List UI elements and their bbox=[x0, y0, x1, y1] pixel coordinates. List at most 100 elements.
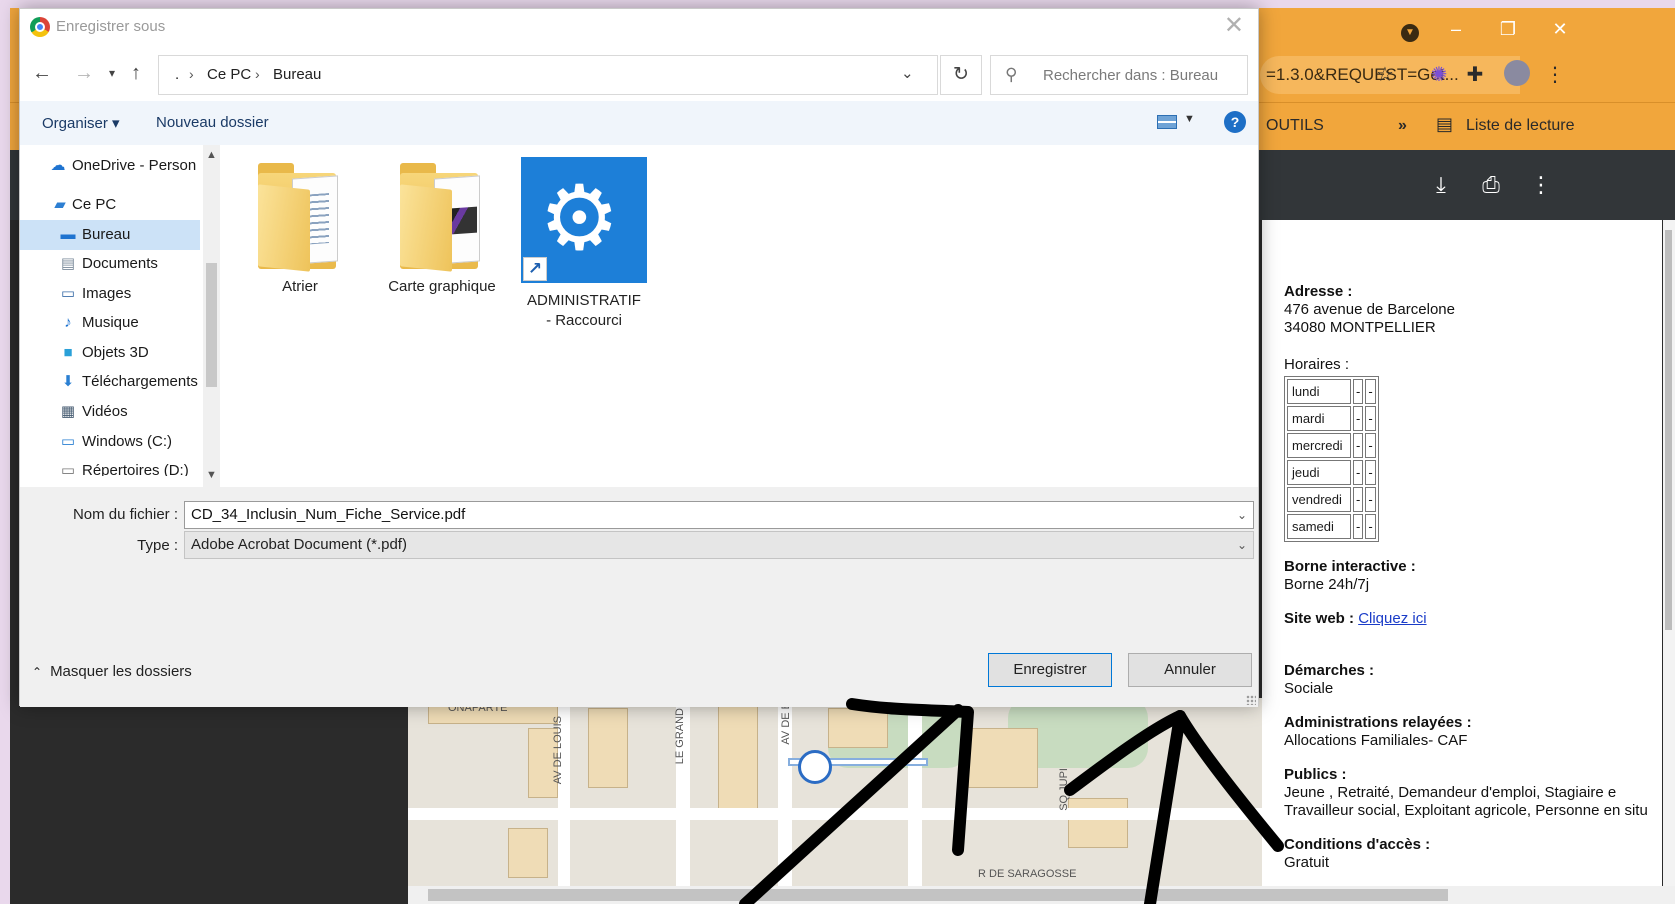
pdf-horizontal-scrollbar[interactable] bbox=[408, 886, 1675, 904]
hours-row: mercredi - - bbox=[1287, 433, 1376, 458]
file-name: ADMINISTRATIF - Raccourci bbox=[514, 291, 654, 331]
restore-icon[interactable]: ❐ bbox=[1494, 16, 1522, 42]
sidebar-item-bureau[interactable]: ▬ Bureau bbox=[20, 220, 200, 250]
site-link[interactable]: Cliquez ici bbox=[1358, 610, 1426, 627]
pdf-vertical-scroll-thumb[interactable] bbox=[1665, 230, 1672, 630]
navigation-scroll-thumb[interactable] bbox=[206, 263, 217, 387]
hours-day: samedi bbox=[1287, 514, 1351, 539]
help-icon[interactable]: ? bbox=[1224, 111, 1246, 133]
view-options-icon[interactable] bbox=[1157, 115, 1177, 129]
hours-row: mardi - - bbox=[1287, 406, 1376, 431]
navigation-scrollbar[interactable]: ▲ ▼ bbox=[203, 145, 220, 487]
hours-close: - bbox=[1365, 514, 1376, 539]
address-history-chevron-icon[interactable]: ⌄ bbox=[901, 64, 914, 82]
sidebar-item-musique[interactable]: ♪ Musique bbox=[20, 308, 200, 338]
reading-list-icon[interactable]: ▤ bbox=[1436, 114, 1453, 135]
sidebar-item-onedrive[interactable]: ☁ OneDrive - Person bbox=[20, 151, 200, 181]
pdf-horizontal-scroll-thumb[interactable] bbox=[428, 889, 1448, 901]
cancel-button[interactable]: Annuler bbox=[1128, 653, 1252, 687]
file-name: Carte graphique bbox=[388, 278, 496, 295]
sidebar-item-documents[interactable]: ▤ Documents bbox=[20, 249, 200, 279]
pdf-vertical-scrollbar[interactable] bbox=[1663, 220, 1675, 904]
file-type-select[interactable]: Adobe Acrobat Document (*.pdf) ⌄ bbox=[184, 531, 1254, 559]
breadcrumb-bureau[interactable]: Bureau bbox=[273, 66, 321, 83]
sidebar-item-windows-c[interactable]: ▭ Windows (C:) bbox=[20, 427, 200, 457]
menu-icon[interactable]: ⋮ bbox=[1540, 60, 1570, 90]
file-item-atrier[interactable]: Atrier bbox=[230, 153, 370, 297]
reading-list-label[interactable]: Liste de lecture bbox=[1466, 117, 1575, 135]
search-placeholder: Rechercher dans : Bureau bbox=[1043, 67, 1219, 84]
save-button[interactable]: Enregistrer bbox=[988, 653, 1112, 687]
hours-day: lundi bbox=[1287, 379, 1351, 404]
site-label: Site web : bbox=[1284, 610, 1355, 627]
pdf-address-block: Adresse : 476 avenue de Barcelone 34080 … bbox=[1284, 283, 1455, 337]
back-arrow-icon[interactable]: ← bbox=[28, 59, 56, 87]
forward-arrow-icon[interactable]: → bbox=[70, 59, 98, 87]
sidebar-item-videos[interactable]: ▦ Vidéos bbox=[20, 397, 200, 427]
window-close-icon[interactable]: ✕ bbox=[1546, 16, 1574, 42]
hours-row: vendredi - - bbox=[1287, 487, 1376, 512]
file-list: Atrier Carte graphique ⚙ ↗ ADMINISTRATIF… bbox=[220, 145, 1258, 487]
drive-icon: ▭ bbox=[60, 462, 76, 476]
breadcrumb[interactable]: . › Ce PC › Bureau ⌄ bbox=[158, 55, 938, 95]
breadcrumb-separator-icon[interactable]: › bbox=[189, 66, 194, 82]
star-icon[interactable]: ☆ bbox=[1370, 60, 1400, 90]
profile-dropdown-icon[interactable]: ▼ bbox=[1396, 16, 1424, 42]
drive-icon: ▭ bbox=[60, 433, 76, 450]
sidebar-item-objets-3d[interactable]: ■ Objets 3D bbox=[20, 338, 200, 368]
desktop-icon: ▬ bbox=[60, 226, 76, 243]
avatar[interactable] bbox=[1502, 60, 1532, 90]
breadcrumb-ce-pc[interactable]: Ce PC bbox=[207, 66, 251, 83]
scroll-down-icon[interactable]: ▼ bbox=[206, 469, 217, 481]
hours-close: - bbox=[1365, 433, 1376, 458]
admin-label: Administrations relayées : bbox=[1284, 714, 1472, 731]
more-options-icon[interactable]: ⋮ bbox=[1526, 170, 1556, 200]
print-icon[interactable]: ⎙ bbox=[1476, 170, 1506, 200]
search-icon: ⚲ bbox=[1005, 65, 1018, 84]
bookmarks-overflow-icon[interactable]: » bbox=[1398, 117, 1407, 135]
hours-close: - bbox=[1365, 487, 1376, 512]
horaires-label: Horaires : bbox=[1284, 356, 1350, 373]
download-icon[interactable]: ⤓ bbox=[1426, 170, 1456, 200]
breadcrumb-root[interactable]: . bbox=[175, 66, 179, 83]
organize-button[interactable]: Organiser ▾ bbox=[42, 114, 120, 132]
extension-sun-icon[interactable]: ✺ bbox=[1424, 60, 1454, 90]
file-item-carte-graphique[interactable]: Carte graphique bbox=[372, 153, 512, 297]
cloud-icon: ☁ bbox=[50, 157, 66, 174]
minimize-icon[interactable]: – bbox=[1442, 16, 1470, 42]
chevron-down-icon[interactable]: ⌄ bbox=[1237, 502, 1247, 528]
breadcrumb-separator-icon[interactable]: › bbox=[255, 66, 260, 82]
close-icon[interactable]: ✕ bbox=[1224, 13, 1244, 39]
sidebar-item-label: Répertoires (D:) bbox=[82, 462, 189, 476]
sidebar-item-ce-pc[interactable]: ▰ Ce PC bbox=[20, 190, 200, 220]
sidebar-item-repertoires-d[interactable]: ▭ Répertoires (D:) bbox=[20, 456, 200, 476]
sidebar-item-images[interactable]: ▭ Images bbox=[20, 279, 200, 309]
map-label-louis: AV DE LOUIS bbox=[552, 716, 564, 785]
conditions-block: Conditions d'accès : Gratuit bbox=[1284, 836, 1430, 872]
hide-folders-toggle[interactable]: ⌃ Masquer les dossiers bbox=[32, 663, 192, 680]
sidebar-item-label: Images bbox=[82, 285, 132, 302]
sidebar-item-label: Windows (C:) bbox=[82, 433, 173, 450]
scroll-up-icon[interactable]: ▲ bbox=[206, 149, 217, 161]
dialog-navigation-bar: ← → ▾ ↑ . › Ce PC › Bureau ⌄ ↻ ⚲ Recherc… bbox=[20, 45, 1258, 101]
filename-input[interactable]: CD_34_Inclusin_Num_Fiche_Service.pdf ⌄ bbox=[184, 501, 1254, 529]
bookmark-outils[interactable]: OUTILS bbox=[1266, 117, 1324, 135]
save-form: Nom du fichier : CD_34_Inclusin_Num_Fich… bbox=[20, 487, 1258, 707]
admin-block: Administrations relayées : Allocations F… bbox=[1284, 714, 1472, 750]
admin-value: Allocations Familiales- CAF bbox=[1284, 732, 1468, 749]
sidebar-item-telechargements[interactable]: ⬇ Téléchargements bbox=[20, 367, 200, 397]
refresh-icon[interactable]: ↻ bbox=[940, 55, 982, 95]
file-item-administratif[interactable]: ⚙ ↗ ADMINISTRATIF - Raccourci bbox=[514, 153, 654, 331]
adresse-line1: 476 avenue de Barcelone bbox=[1284, 301, 1455, 318]
view-dropdown-icon[interactable]: ▼ bbox=[1184, 113, 1195, 125]
new-folder-button[interactable]: Nouveau dossier bbox=[156, 114, 269, 131]
map-label-saragosse: R DE SARAGOSSE bbox=[978, 868, 1077, 880]
puzzle-icon[interactable]: ✚ bbox=[1460, 60, 1490, 90]
chevron-down-icon[interactable]: ⌄ bbox=[1237, 532, 1247, 558]
sidebar-item-label: Téléchargements bbox=[82, 373, 198, 390]
sidebar-item-label: Bureau bbox=[82, 226, 131, 243]
resize-grip-icon[interactable] bbox=[1246, 695, 1256, 705]
map-label-sq-jupi: SQ JUPI bbox=[1058, 768, 1070, 811]
up-arrow-icon[interactable]: ↑ bbox=[122, 59, 150, 87]
search-input[interactable]: ⚲ Rechercher dans : Bureau bbox=[990, 55, 1248, 95]
